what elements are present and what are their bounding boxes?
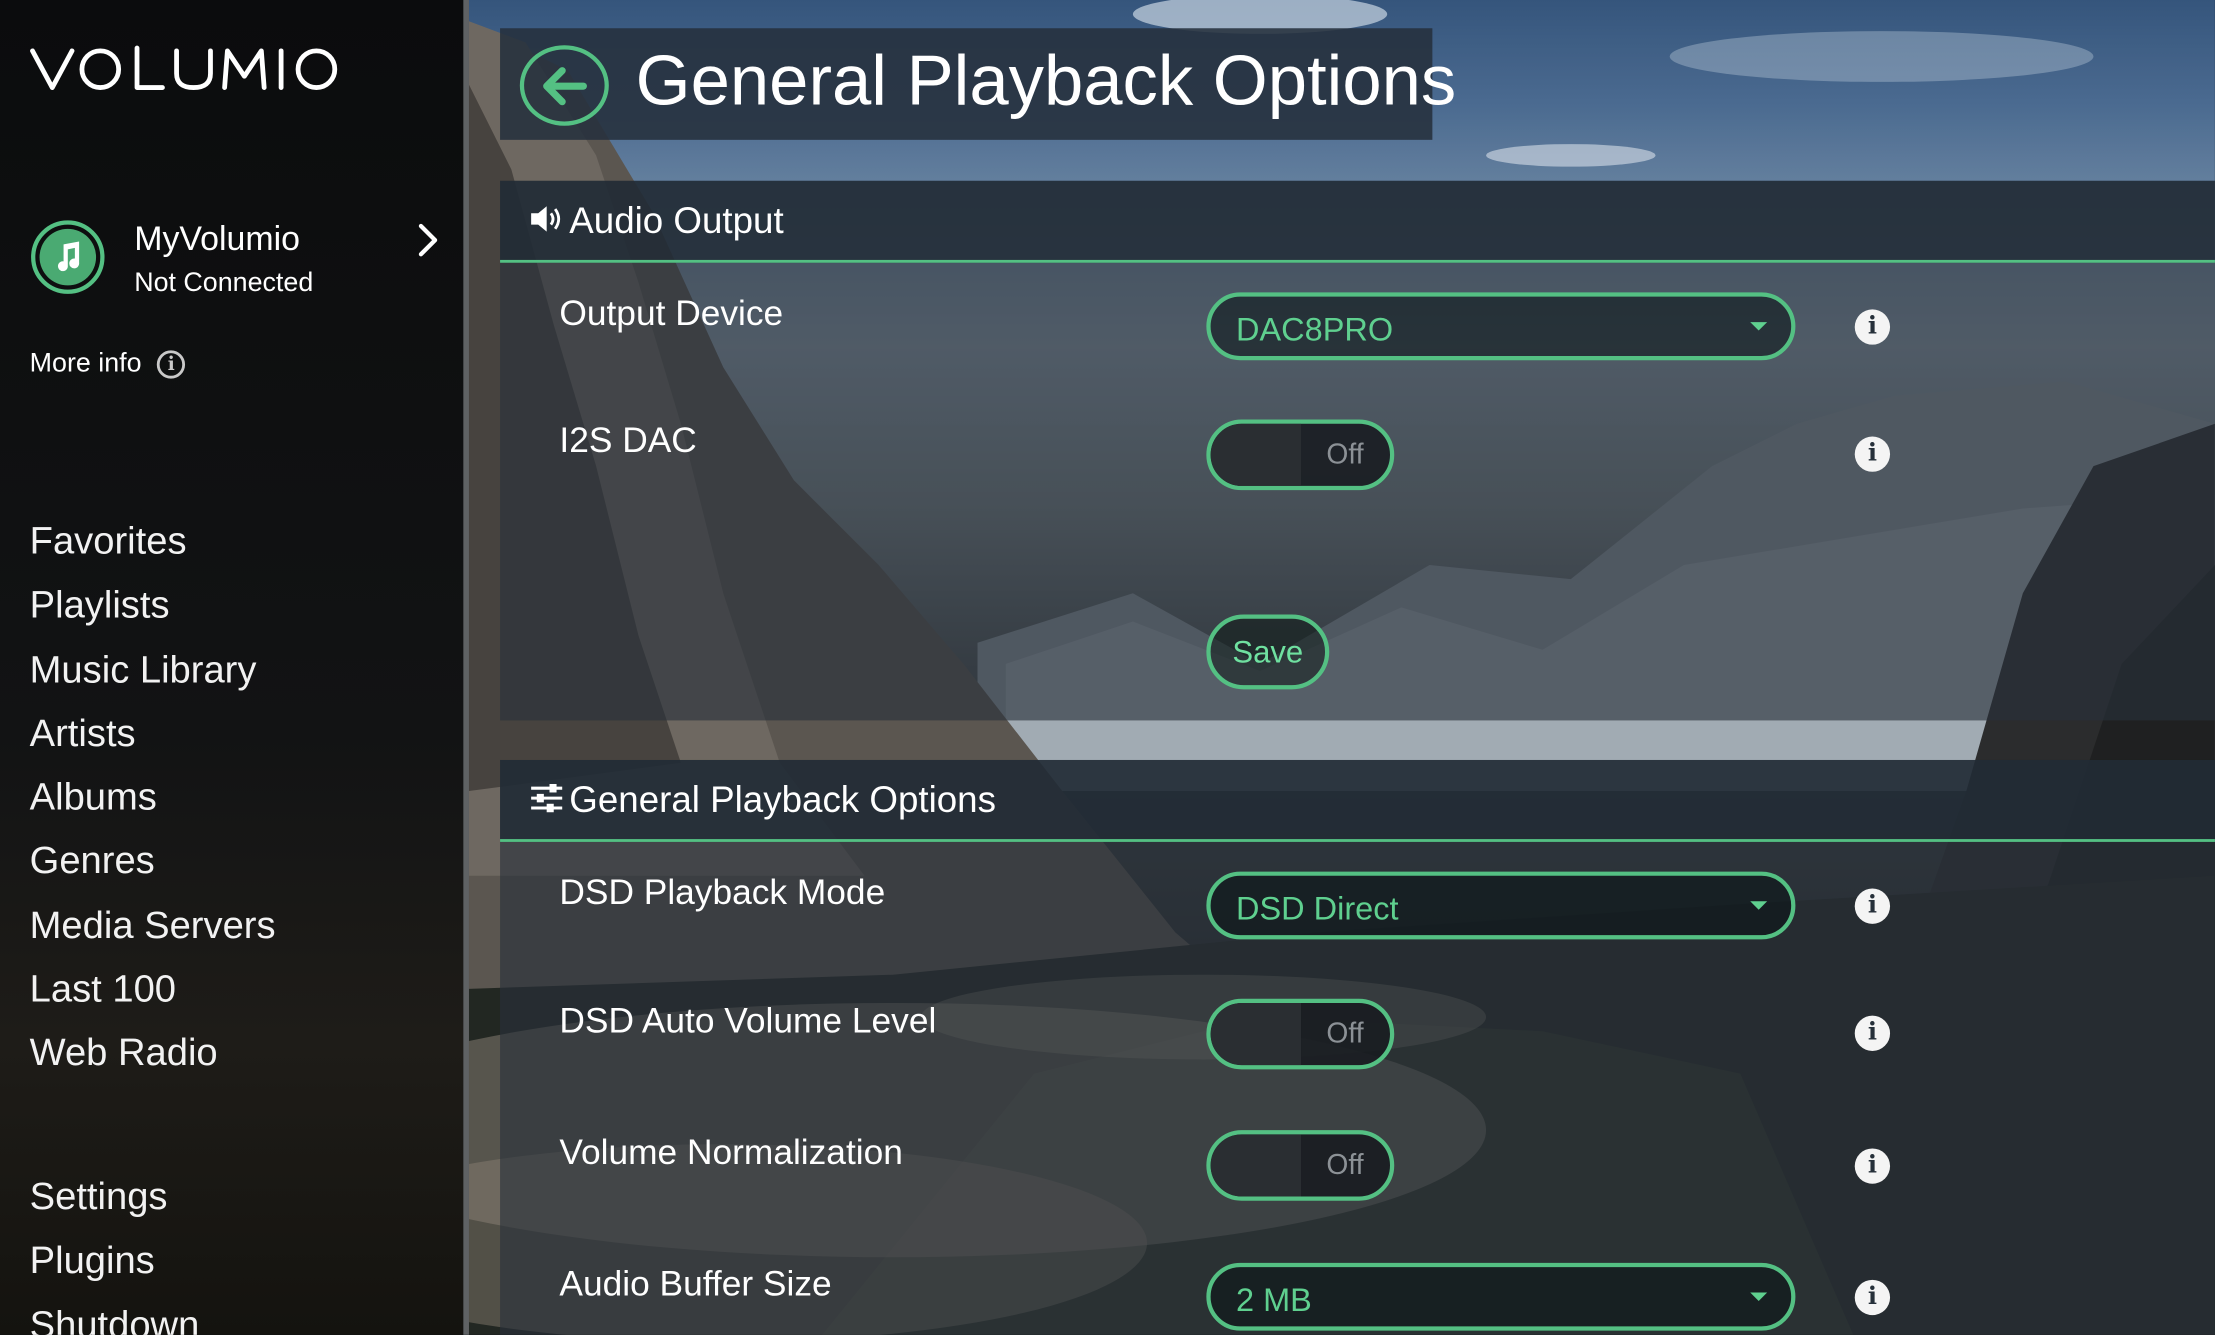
more-info-link[interactable]: More info i: [30, 349, 186, 380]
logo-wordmark: [30, 45, 338, 90]
nav-item-music-library[interactable]: Music Library: [30, 638, 276, 702]
toggle-knob: [1210, 423, 1302, 486]
dsd-auto-volume-label: DSD Auto Volume Level: [559, 1001, 937, 1042]
output-device-value: DAC8PRO: [1236, 310, 1394, 348]
nav-item-web-radio[interactable]: Web Radio: [30, 1022, 276, 1086]
toggle-knob: [1210, 1134, 1302, 1197]
general-playback-panel: General Playback Options DSD Playback Mo…: [500, 759, 2215, 1335]
dsd-mode-value: DSD Direct: [1236, 889, 1399, 927]
nav-item-last-100[interactable]: Last 100: [30, 958, 276, 1022]
myvolumio-name[interactable]: MyVolumio: [134, 220, 300, 260]
dsd-auto-volume-state: Off: [1326, 1018, 1364, 1050]
system-nav: Settings Plugins Shutdown: [30, 1165, 200, 1335]
i2s-dac-label: I2S DAC: [559, 420, 697, 461]
music-note-icon: [39, 228, 97, 286]
general-playback-header: General Playback Options: [500, 759, 2215, 842]
nav-item-settings[interactable]: Settings: [30, 1165, 200, 1229]
back-button[interactable]: [519, 45, 609, 126]
arrow-left-icon: [542, 66, 587, 105]
nav-item-media-servers[interactable]: Media Servers: [30, 894, 276, 958]
toggle-knob: [1210, 1002, 1302, 1066]
volumio-logo[interactable]: [30, 42, 341, 110]
sidebar: MyVolumio Not Connected More info i Favo…: [0, 0, 464, 1335]
save-button[interactable]: Save: [1206, 614, 1330, 690]
info-icon[interactable]: i: [1854, 309, 1891, 345]
output-device-select[interactable]: DAC8PRO: [1206, 292, 1796, 361]
dsd-mode-label: DSD Playback Mode: [559, 872, 886, 913]
sidebar-divider: [463, 0, 469, 1335]
general-playback-title: General Playback Options: [569, 778, 996, 821]
output-device-label: Output Device: [559, 293, 784, 334]
myvolumio-status: Not Connected: [134, 268, 314, 299]
info-circle-icon: i: [157, 350, 186, 379]
nav-item-albums[interactable]: Albums: [30, 766, 276, 830]
nav-item-favorites[interactable]: Favorites: [30, 510, 276, 574]
nav-item-artists[interactable]: Artists: [30, 702, 276, 766]
sliders-icon: [528, 781, 565, 822]
main-nav: Favorites Playlists Music Library Artist…: [30, 510, 276, 1086]
audio-output-title: Audio Output: [569, 199, 784, 242]
audio-output-header: Audio Output: [500, 180, 2215, 263]
info-icon[interactable]: i: [1854, 888, 1891, 924]
page-title: General Playback Options: [635, 40, 1457, 121]
audio-buffer-value: 2 MB: [1236, 1281, 1312, 1318]
chevron-right-icon[interactable]: [414, 220, 442, 267]
info-icon[interactable]: i: [1854, 436, 1891, 472]
nav-item-genres[interactable]: Genres: [30, 830, 276, 894]
audio-buffer-label: Audio Buffer Size: [559, 1264, 832, 1304]
i2s-dac-toggle[interactable]: Off: [1206, 419, 1395, 491]
volume-normalization-state: Off: [1326, 1149, 1364, 1181]
nav-item-shutdown[interactable]: Shutdown: [30, 1293, 200, 1335]
caret-down-icon: [1750, 1292, 1768, 1302]
nav-item-plugins[interactable]: Plugins: [30, 1229, 200, 1293]
audio-output-panel: Audio Output Output Device DAC8PRO i I2S…: [500, 180, 2215, 721]
volumio-app: MyVolumio Not Connected More info i Favo…: [0, 0, 2215, 1335]
more-info-label: More info: [29, 348, 142, 379]
caret-down-icon: [1750, 901, 1768, 910]
info-icon[interactable]: i: [1854, 1148, 1891, 1184]
speaker-icon: [528, 202, 565, 243]
dsd-mode-select[interactable]: DSD Direct: [1206, 871, 1796, 940]
info-icon[interactable]: i: [1854, 1279, 1891, 1316]
volume-normalization-toggle[interactable]: Off: [1206, 1130, 1395, 1201]
dsd-auto-volume-toggle[interactable]: Off: [1206, 998, 1395, 1070]
i2s-dac-state: Off: [1326, 439, 1364, 471]
nav-item-playlists[interactable]: Playlists: [30, 574, 276, 638]
volume-normalization-label: Volume Normalization: [559, 1132, 903, 1173]
info-icon[interactable]: i: [1854, 1015, 1891, 1051]
myvolumio-avatar[interactable]: [31, 220, 105, 294]
page-header: General Playback Options: [500, 28, 1456, 140]
audio-buffer-select[interactable]: 2 MB: [1206, 1262, 1796, 1331]
caret-down-icon: [1750, 322, 1768, 331]
